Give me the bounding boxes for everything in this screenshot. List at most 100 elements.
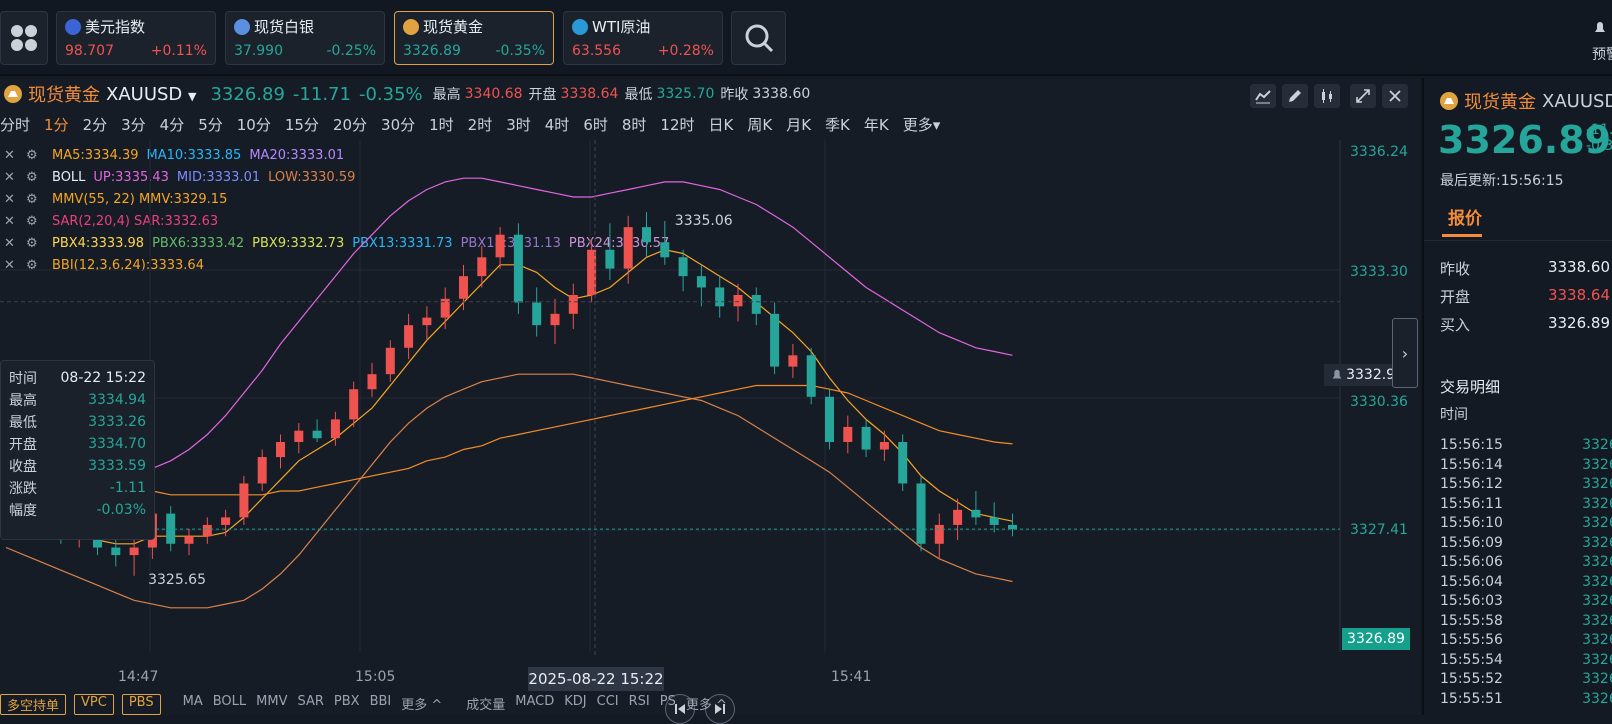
tooltip-key: 最低 [9,415,37,431]
apps-menu-button[interactable] [0,11,48,65]
search-button[interactable] [731,11,786,65]
ticker-name: 美元指数 [85,18,146,36]
market-ticker-bar: 美元指数 98.707 +0.11% 现货白银 37.990 -0.25% 现货黄金 3326… [0,0,1612,76]
alert-button[interactable]: 预警 [1592,20,1612,64]
sub-indicator-tab[interactable]: 更多 ^ [686,694,727,715]
candle-body [715,287,725,307]
tooltip-key: 收盘 [9,459,37,475]
candle-body [367,374,377,390]
candle-body [111,547,121,556]
tooltip-row: 涨跌 -1.11 [9,477,146,499]
quote-name: 现货黄金 [1464,92,1536,113]
candle-body [861,426,871,450]
trade-time: 15:56:03 [1440,593,1503,609]
trade-row: 15:56:11 3326.91 [1440,495,1612,515]
ticker-card[interactable]: 现货白银 37.990 -0.25% [225,11,385,65]
y-tick: 3330.36 [1350,394,1408,410]
ticker-name: WTI原油 [592,18,651,36]
oil-icon [572,18,588,35]
tooltip-value: -1.11 [109,480,146,496]
main-indicator-tab[interactable]: SAR [297,694,323,715]
ticker-name-row: 现货黄金 [403,16,545,37]
last-price-tag: 3326.89 [1342,628,1410,650]
sub-indicator-tab[interactable]: KDJ [564,694,586,715]
tooltip-row: 最低 3333.26 [9,411,146,433]
ticker-card[interactable]: WTI原油 63.556 +0.28% [563,11,723,65]
trade-detail-title: 交易明细 [1440,378,1501,396]
sub-indicator-tab[interactable]: MACD [515,694,554,715]
x-tick: 15:05 [355,669,396,685]
candle-body [129,547,139,556]
main-indicator-tab[interactable]: PBX [334,694,360,715]
candle-body [330,419,340,439]
candle-body [513,234,523,303]
collapse-panel-button[interactable]: › [1392,318,1418,388]
main-indicator-tab[interactable]: BOLL [213,694,246,715]
trade-time: 15:56:14 [1440,456,1503,473]
candle-body [459,276,468,299]
sub-indicator-tab[interactable]: 成交量 [466,694,505,715]
candle-body [202,524,212,537]
ticker-card[interactable]: 现货黄金 3326.89 -0.35% [394,11,554,65]
candle-body [678,257,688,277]
x-tick: 15:41 [831,669,872,685]
candle-body [642,227,651,243]
trade-time: 15:55:51 [1440,690,1503,707]
candle-body [825,396,834,442]
candle-body [184,536,194,544]
main-indicator-tab[interactable]: 更多 ^ [401,694,442,715]
bottom-toggle-button[interactable]: VPC [74,694,114,715]
search-icon [745,24,773,53]
sub-indicator-tab[interactable]: PS [660,694,676,715]
trade-time: 15:56:04 [1440,573,1503,590]
trade-price: 3326.91 [1582,495,1612,512]
candle-body [660,242,670,258]
tab-quote[interactable]: 报价 [1448,204,1482,229]
quote-panel: 现货黄金 XAUUSD 3326.89 -11.71 -0.35% 最后更新:1… [1422,78,1612,715]
tooltip-key: 时间 [9,371,37,387]
sub-indicator-tab[interactable]: RSI [629,694,650,715]
chevron-right-icon: › [1401,343,1409,363]
y-tick: 3333.30 [1350,264,1408,280]
ticker-change: +0.28% [657,43,714,59]
tooltip-value: -0.03% [96,502,146,518]
trade-row: 15:55:52 3326.95 [1440,670,1612,690]
main-indicator-tab[interactable]: MA [183,694,203,715]
trade-time: 15:56:15 [1440,437,1503,453]
quote-row: 开盘 3338.64 [1440,286,1610,307]
bottom-toggle-button[interactable]: 多空持单 [0,694,67,715]
trade-time: 15:56:09 [1440,534,1503,551]
candlestick-chart[interactable]: 3335.06 3325.65 [0,78,1420,715]
crosshair-time: 2025-08-22 15:22 [528,667,664,691]
bell-icon [1595,22,1605,32]
trade-time: 15:56:11 [1440,495,1503,512]
trade-time: 15:56:06 [1440,554,1503,570]
y-tick: 3336.24 [1350,144,1408,160]
trade-list: 15:56:15 3326.89 15:56:14 3326.89 15:56:12 33… [1440,436,1612,709]
trade-row: 15:56:12 3326.90 [1440,475,1612,495]
main-indicator-tab[interactable]: BBI [370,694,392,715]
trade-row: 15:55:54 3326.95 [1440,651,1612,671]
gold-icon [1440,92,1458,110]
trade-price: 3326.95 [1582,671,1612,687]
tooltip-value: 3333.26 [88,414,146,430]
candle-body [257,457,267,484]
bell-icon [1332,369,1342,379]
tooltip-key: 最高 [9,393,37,409]
trade-price: 3326.90 [1582,476,1612,492]
series-line [5,384,1013,496]
bottom-toggle-button[interactable]: PBS [121,694,161,715]
ticker-card[interactable]: 美元指数 98.707 +0.11% [56,11,216,65]
quote-row: 买入 3326.89 [1440,314,1610,335]
ohlc-tooltip: 时间 08-22 15:22 最高 3334.94 最低 3333.26 开盘 3334.70… [0,360,155,540]
ticker-change: +0.11% [150,43,207,59]
candle-body [221,517,231,525]
trade-row: 15:56:14 3326.89 [1440,456,1612,476]
y-tick: 3327.41 [1350,522,1408,538]
sub-indicator-tab[interactable]: CCI [597,694,619,715]
quote-key: 昨收 [1440,260,1471,278]
candle-body [1008,524,1017,530]
us-flag-icon [65,18,81,35]
candle-body [477,257,487,277]
main-indicator-tab[interactable]: MMV [256,694,287,715]
